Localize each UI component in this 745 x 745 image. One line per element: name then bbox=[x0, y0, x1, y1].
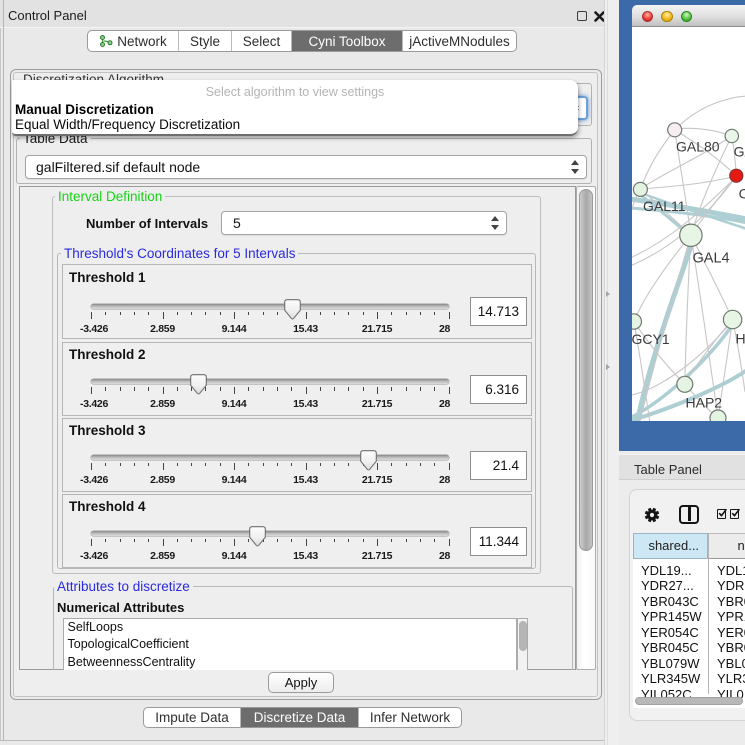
svg-text:GCY1: GCY1 bbox=[632, 331, 670, 347]
svg-text:HAP5: HAP5 bbox=[736, 331, 745, 347]
svg-text:HAP2: HAP2 bbox=[686, 395, 723, 411]
svg-text:GAL4: GAL4 bbox=[693, 251, 730, 267]
svg-text:GAL11: GAL11 bbox=[643, 198, 686, 214]
svg-text:CAF4: CAF4 bbox=[739, 186, 745, 202]
svg-text:GAL80: GAL80 bbox=[676, 139, 720, 155]
svg-text:GAL3: GAL3 bbox=[734, 144, 745, 160]
